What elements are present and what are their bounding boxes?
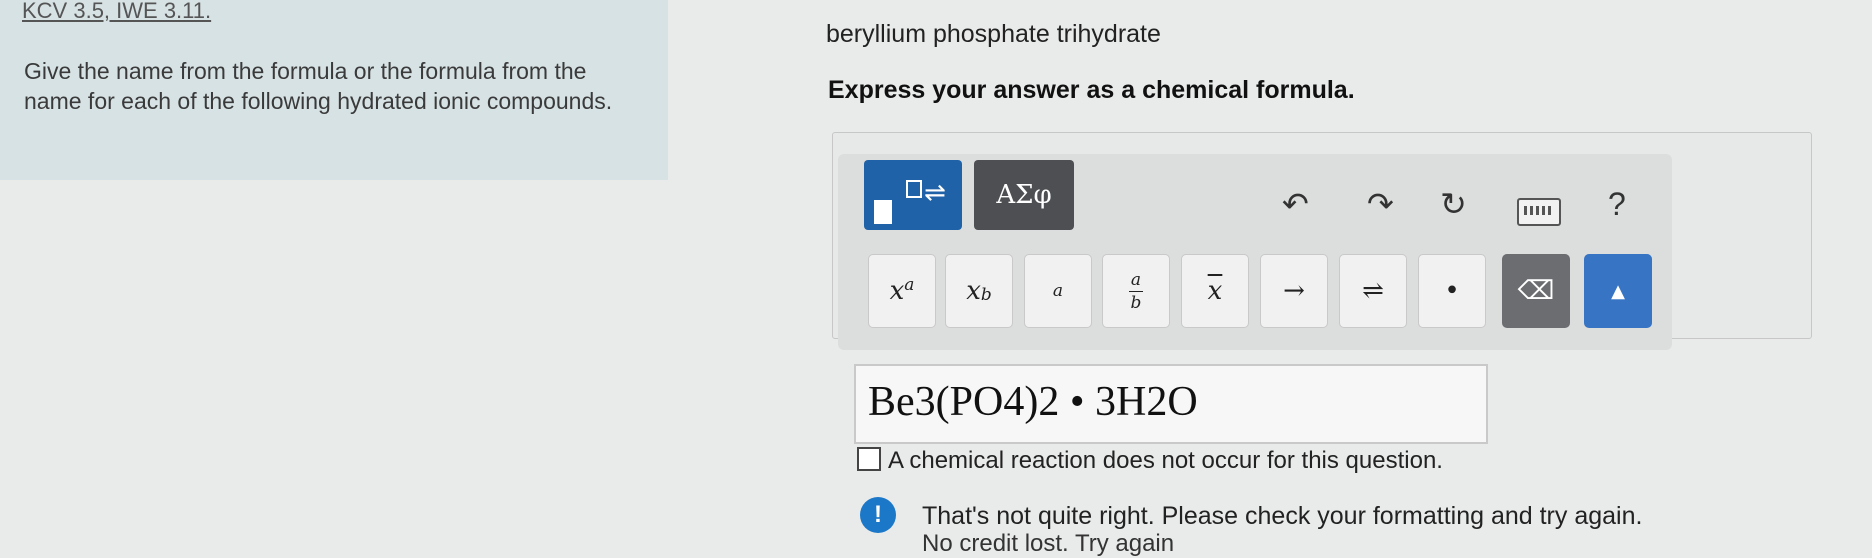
fraction-icon: a b bbox=[1129, 271, 1143, 312]
superscript-exponent: a bbox=[904, 275, 915, 295]
answer-value: Be3(PO4)2 • 3H2O bbox=[868, 379, 1198, 425]
greek-symbols-button[interactable]: ΑΣφ bbox=[974, 160, 1074, 230]
subscript-key[interactable]: xb bbox=[945, 254, 1013, 328]
overline-label: x bbox=[1207, 276, 1223, 306]
undo-icon[interactable]: ↶ bbox=[1282, 188, 1309, 220]
subscript-index: b bbox=[980, 285, 992, 305]
template-small-box-icon bbox=[906, 180, 922, 198]
redo-icon[interactable]: ↷ bbox=[1367, 188, 1394, 220]
help-icon[interactable]: ? bbox=[1608, 186, 1626, 223]
superscript-base: x bbox=[889, 276, 905, 306]
feedback-message: That's not quite right. Please check you… bbox=[922, 502, 1643, 530]
no-reaction-label[interactable]: A chemical reaction does not occur for t… bbox=[888, 447, 1443, 475]
no-reaction-checkbox[interactable] bbox=[857, 447, 881, 471]
keyboard-toggle-key[interactable]: ▲ bbox=[1584, 254, 1652, 328]
overline-key[interactable]: x bbox=[1181, 254, 1249, 328]
equilibrium-arrow-key[interactable]: ⇌ bbox=[1339, 254, 1407, 328]
reaction-arrow-key[interactable]: → bbox=[1260, 254, 1328, 328]
instructions-panel: KCV 3.5, IWE 3.11. Give the name from th… bbox=[0, 0, 668, 180]
feedback-submessage: No credit lost. Try again bbox=[922, 530, 1175, 557]
question-compound: beryllium phosphate trihydrate bbox=[826, 20, 1161, 48]
dot-key[interactable]: • bbox=[1418, 254, 1486, 328]
warning-icon: ! bbox=[860, 497, 896, 533]
answer-input[interactable]: Be3(PO4)2 • 3H2O bbox=[854, 364, 1488, 444]
reference-link[interactable]: KCV 3.5, IWE 3.11. bbox=[22, 0, 211, 24]
keyboard-shortcuts-icon[interactable] bbox=[1517, 198, 1561, 226]
prompt-text: Give the name from the formula or the fo… bbox=[24, 58, 613, 114]
charge-key[interactable]: a bbox=[1024, 254, 1092, 328]
reset-icon[interactable]: ↻ bbox=[1440, 188, 1467, 220]
template-arrow-icon: ⇌ bbox=[924, 178, 946, 208]
fraction-key[interactable]: a b bbox=[1102, 254, 1170, 328]
template-box-icon bbox=[874, 200, 892, 224]
charge-label: a bbox=[1052, 281, 1064, 301]
superscript-key[interactable]: xa bbox=[868, 254, 936, 328]
fraction-numerator: a bbox=[1130, 269, 1142, 290]
answer-instruction: Express your answer as a chemical formul… bbox=[828, 76, 1355, 104]
subscript-base: x bbox=[966, 276, 981, 306]
templates-button[interactable]: ⇌ bbox=[864, 160, 962, 230]
fraction-denominator: b bbox=[1130, 292, 1142, 313]
delete-key[interactable]: ⌫ bbox=[1502, 254, 1570, 328]
